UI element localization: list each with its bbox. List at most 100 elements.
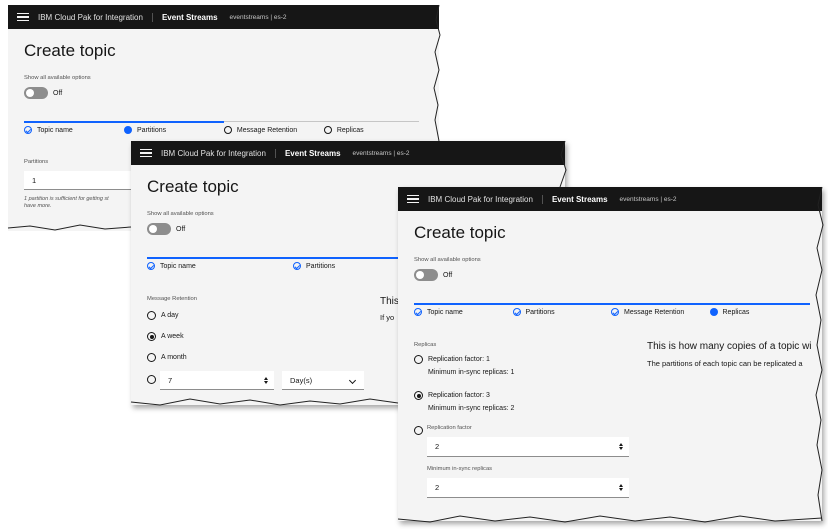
step-label: Topic name	[37, 126, 73, 134]
checkmark-icon	[611, 308, 619, 316]
retention-description-title: This	[380, 296, 399, 307]
instance-name: eventstreams | es-2	[229, 13, 287, 21]
min-insync-stepper[interactable]: 2	[427, 478, 629, 498]
toggle-knob	[149, 225, 157, 233]
radio-button[interactable]	[147, 375, 156, 384]
menu-icon[interactable]	[407, 194, 419, 204]
radio-button[interactable]	[147, 353, 156, 362]
toggle-track[interactable]	[147, 223, 171, 235]
checkmark-icon	[293, 262, 301, 270]
page-title: Create topic	[24, 41, 116, 60]
arrow-up-icon[interactable]	[264, 377, 268, 380]
option-label: Replication factor: 3	[428, 392, 490, 399]
step-label: Partitions	[525, 308, 555, 316]
incomplete-step-icon	[323, 126, 332, 134]
toggle-track[interactable]	[24, 87, 48, 99]
toggle-state: Off	[443, 271, 453, 279]
partitions-input[interactable]: 1	[24, 171, 134, 190]
replication-factor-stepper[interactable]: 2	[427, 437, 629, 457]
arrow-down-icon[interactable]	[619, 447, 623, 450]
radio-button-selected[interactable]	[147, 332, 156, 341]
step-topic-name[interactable]: Topic name	[147, 257, 293, 270]
menu-icon[interactable]	[140, 148, 152, 158]
step-label: Partitions	[306, 262, 336, 270]
menu-icon[interactable]	[17, 12, 29, 22]
retention-unit-select[interactable]: Day(s)	[282, 371, 364, 390]
instance-name: eventstreams | es-2	[352, 149, 410, 157]
radio-button[interactable]	[147, 311, 156, 320]
step-topic-name[interactable]: Topic name	[24, 121, 124, 134]
checkmark-icon	[414, 308, 422, 316]
toggle-state: Off	[176, 225, 186, 233]
app-header: IBM Cloud Pak for Integration Event Stre…	[398, 187, 822, 211]
step-replicas[interactable]: Replicas	[323, 121, 419, 134]
arrow-up-icon[interactable]	[619, 484, 623, 487]
toggle-track[interactable]	[414, 269, 438, 281]
incomplete-step-icon	[223, 126, 232, 134]
current-step-icon	[709, 308, 718, 316]
step-message-retention[interactable]: Message Retention	[611, 303, 710, 316]
arrow-up-icon[interactable]	[619, 443, 623, 446]
service-name[interactable]: Event Streams	[543, 195, 620, 204]
replicas-description-title: This is how many copies of a topic wi	[647, 341, 812, 352]
step-label: Topic name	[427, 308, 463, 316]
step-replicas[interactable]: Replicas	[709, 303, 810, 316]
radio-button-selected[interactable]	[414, 391, 423, 400]
app-header: IBM Cloud Pak for Integration Event Stre…	[8, 5, 439, 29]
product-name[interactable]: IBM Cloud Pak for Integration	[161, 148, 276, 158]
step-label: Message Retention	[236, 126, 298, 134]
step-partitions[interactable]: Partitions	[123, 121, 224, 134]
step-partitions[interactable]: Partitions	[512, 303, 611, 316]
option-label: Replication factor: 1	[428, 356, 490, 363]
replica-option-3-sub: Minimum in-sync replicas: 2	[428, 405, 515, 412]
show-options-toggle[interactable]: Off	[414, 269, 452, 281]
show-options-label: Show all available options	[24, 75, 91, 81]
app-header: IBM Cloud Pak for Integration Event Stre…	[131, 141, 565, 165]
current-step-icon	[123, 126, 132, 134]
progress-indicator: Topic name Partitions Message Retention …	[414, 303, 810, 316]
radio-button[interactable]	[414, 355, 423, 364]
stepper-arrows[interactable]	[619, 443, 623, 450]
step-label: Replicas	[722, 308, 750, 316]
show-options-label: Show all available options	[414, 257, 481, 263]
step-topic-name[interactable]: Topic name	[414, 303, 513, 316]
service-name[interactable]: Event Streams	[276, 149, 353, 158]
replicas-description-text: The partitions of each topic can be repl…	[647, 359, 803, 368]
replica-option-1-sub: Minimum in-sync replicas: 1	[428, 369, 515, 376]
custom-factor-label: Replication factor	[427, 425, 472, 431]
instance-name: eventstreams | es-2	[619, 195, 677, 203]
chevron-down-icon	[348, 376, 357, 385]
product-name[interactable]: IBM Cloud Pak for Integration	[38, 12, 153, 22]
screenshot-replicas: IBM Cloud Pak for Integration Event Stre…	[398, 187, 822, 521]
product-name[interactable]: IBM Cloud Pak for Integration	[428, 194, 543, 204]
retention-label: Message Retention	[147, 296, 197, 302]
radio-button[interactable]	[414, 426, 423, 435]
replica-option-custom[interactable]	[414, 426, 428, 435]
stepper-arrows[interactable]	[619, 484, 623, 491]
stepper-value: 2	[435, 483, 440, 492]
retention-option-day[interactable]: A day	[147, 311, 179, 320]
arrow-down-icon[interactable]	[264, 381, 268, 384]
service-name[interactable]: Event Streams	[153, 13, 230, 22]
checkmark-icon	[24, 126, 32, 134]
step-message-retention[interactable]: Message Retention	[223, 121, 324, 134]
checkmark-icon	[512, 308, 521, 316]
retention-value-stepper[interactable]: 7	[160, 371, 274, 390]
replica-option-3[interactable]: Replication factor: 3	[414, 391, 490, 400]
arrow-down-icon[interactable]	[619, 488, 623, 491]
step-label: Topic name	[160, 262, 196, 270]
retention-option-month[interactable]: A month	[147, 353, 187, 362]
retention-option-week[interactable]: A week	[147, 332, 184, 341]
replica-option-1[interactable]: Replication factor: 1	[414, 355, 490, 364]
show-options-toggle[interactable]: Off	[147, 223, 185, 235]
option-label: A month	[161, 354, 187, 361]
progress-indicator: Topic name Partitions Message Retention …	[24, 121, 419, 134]
show-options-toggle[interactable]: Off	[24, 87, 62, 99]
toggle-knob	[26, 89, 34, 97]
option-label: A day	[161, 312, 179, 319]
partitions-helper-text: 1 partition is sufficient for getting st…	[24, 196, 109, 210]
select-value: Day(s)	[290, 375, 313, 385]
page-title: Create topic	[414, 223, 506, 242]
retention-option-custom[interactable]	[147, 375, 161, 384]
stepper-arrows[interactable]	[264, 377, 268, 384]
